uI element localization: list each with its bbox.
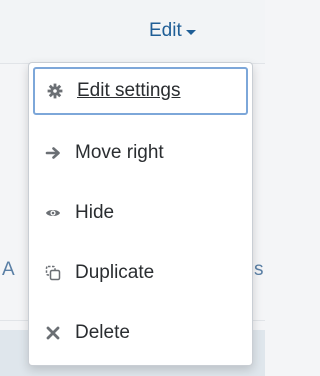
- duplicate-icon: [43, 263, 63, 283]
- menu-item-label: Edit settings: [77, 80, 181, 101]
- background-text-left: A: [2, 259, 15, 280]
- menu-item-label: Move right: [75, 142, 164, 163]
- close-icon: [43, 323, 63, 343]
- menu-item-hide[interactable]: Hide: [33, 189, 248, 237]
- arrow-right-icon: [43, 143, 63, 163]
- menu-item-delete[interactable]: Delete: [33, 309, 248, 357]
- caret-down-icon: [185, 29, 196, 35]
- menu-item-move-right[interactable]: Move right: [33, 129, 248, 177]
- edit-dropdown-menu: Edit settings Move right Hide Duplicate …: [28, 62, 253, 366]
- edit-toggle-label: Edit: [149, 20, 182, 41]
- menu-item-label: Delete: [75, 322, 130, 343]
- menu-item-duplicate[interactable]: Duplicate: [33, 249, 248, 297]
- eye-icon: [43, 203, 63, 223]
- edit-menu-toggle[interactable]: Edit: [149, 20, 196, 42]
- gear-icon: [45, 81, 65, 101]
- menu-item-label: Hide: [75, 202, 115, 223]
- menu-item-label: Duplicate: [75, 262, 155, 283]
- menu-item-edit-settings[interactable]: Edit settings: [33, 67, 248, 115]
- background-text-right: s: [254, 259, 264, 280]
- header-bar: [0, 0, 265, 64]
